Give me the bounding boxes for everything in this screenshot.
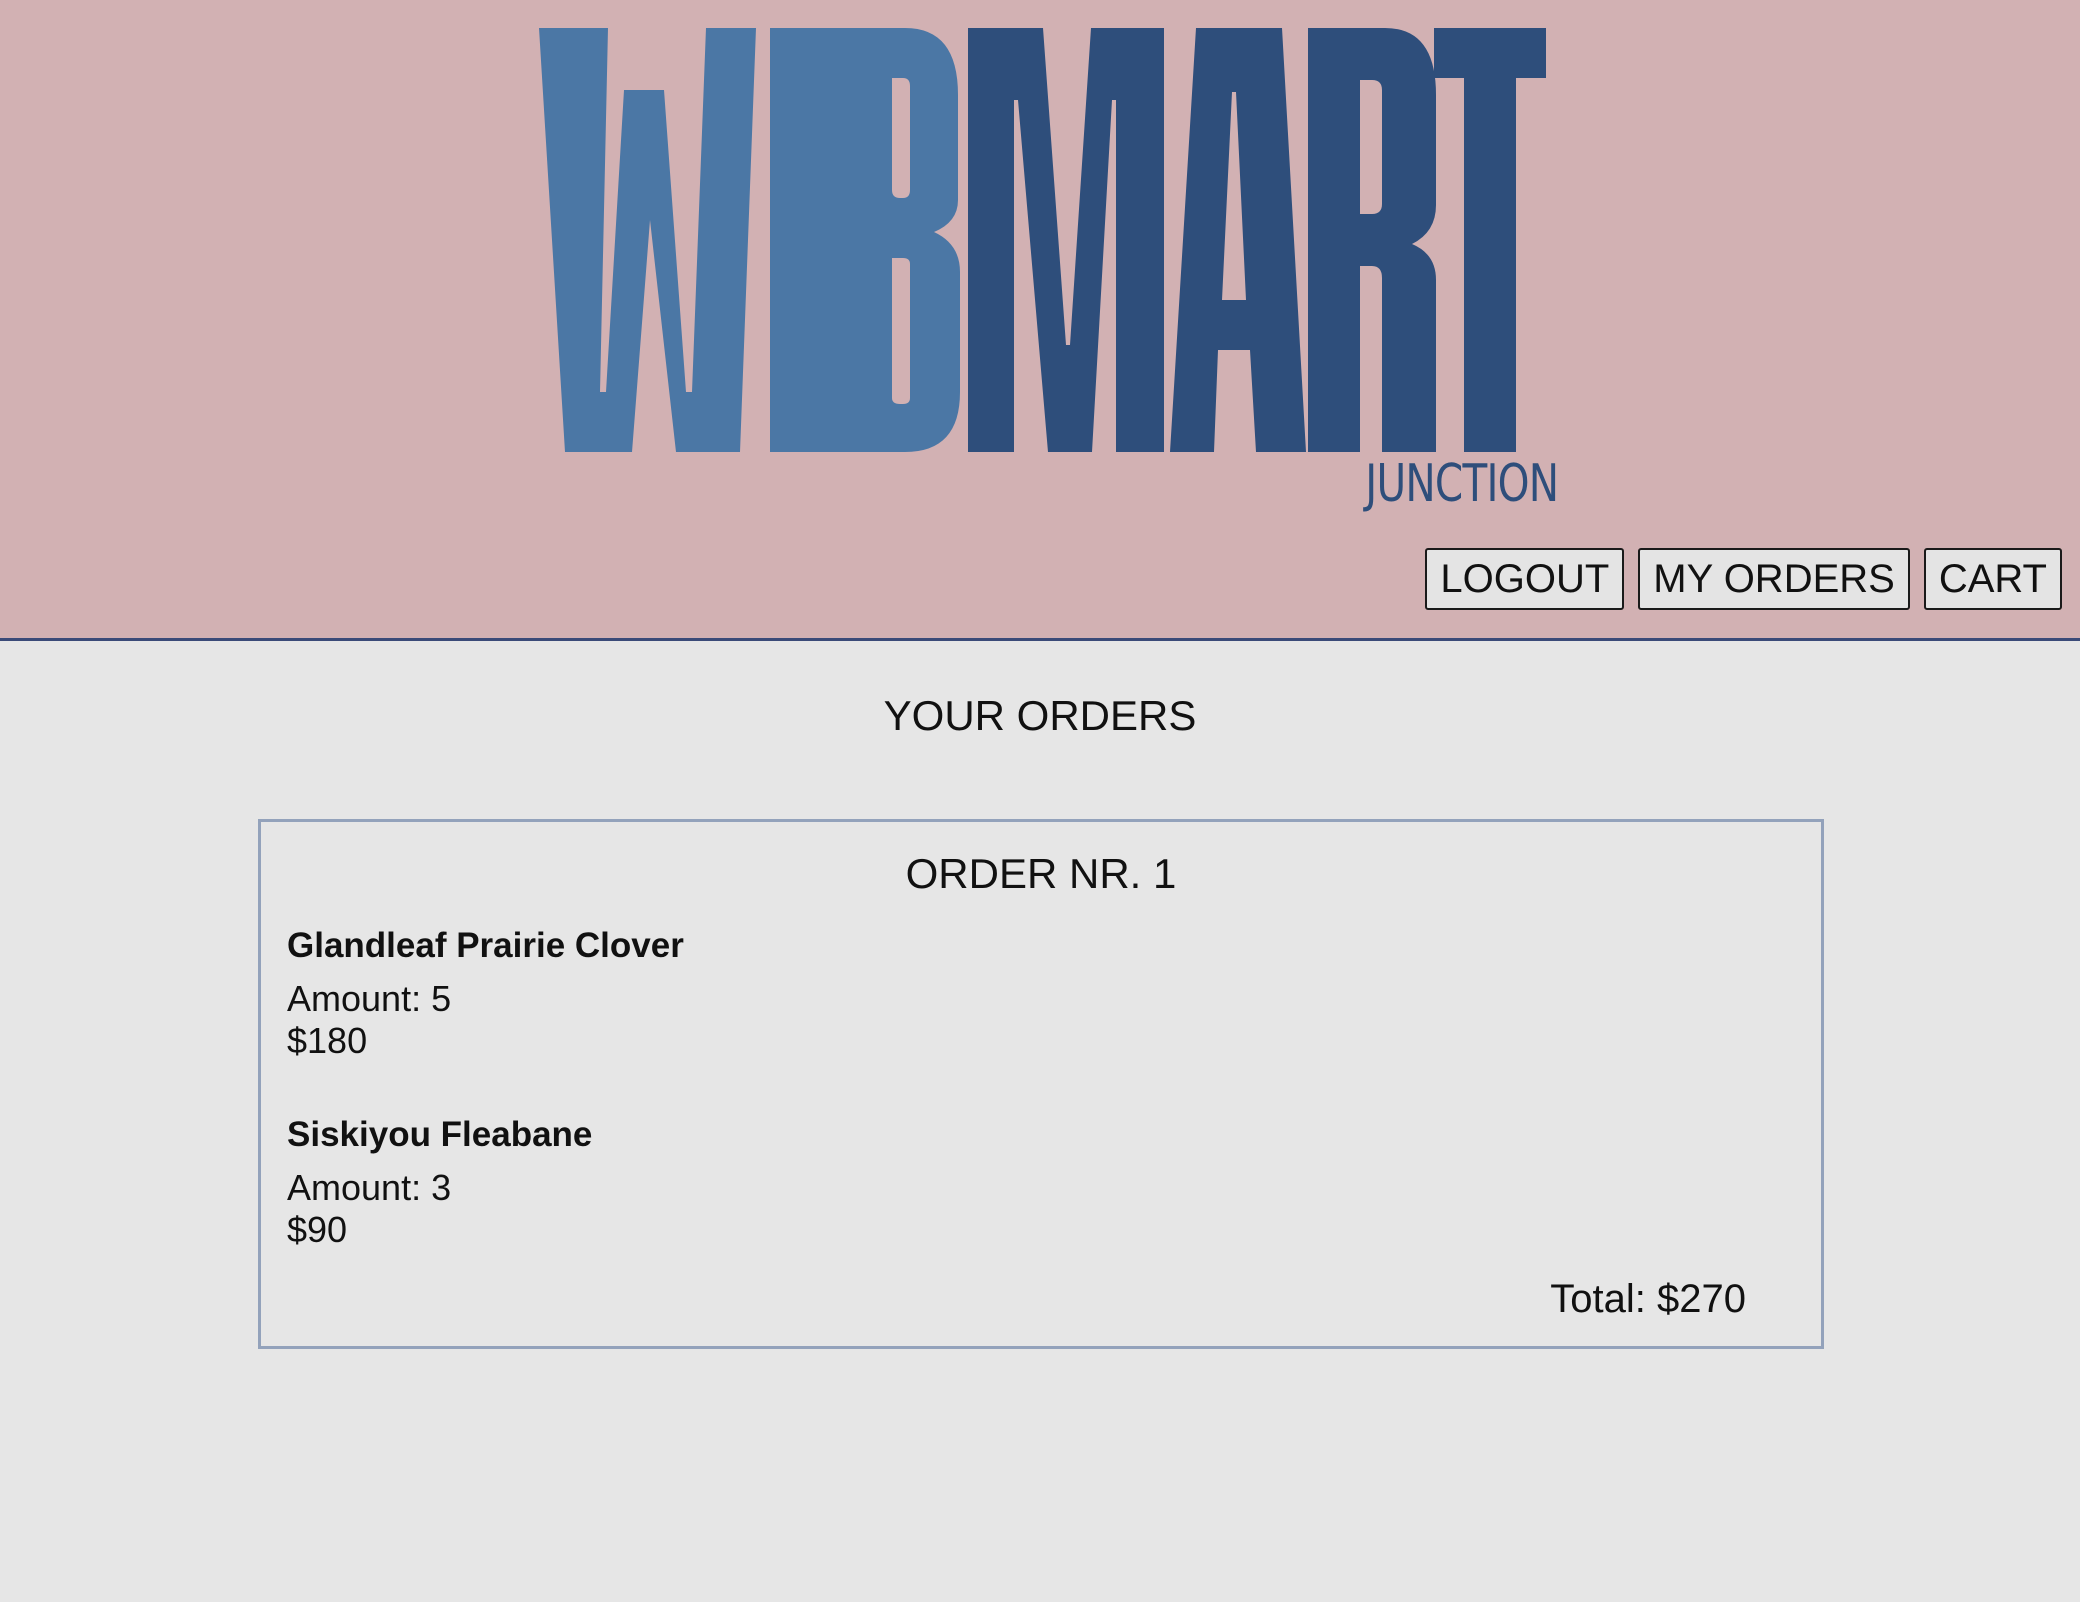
cart-button[interactable]: CART — [1923, 548, 2062, 610]
logo-web-letters — [539, 28, 960, 452]
logout-button[interactable]: LOGOUT — [1425, 548, 1625, 610]
my-orders-button[interactable]: MY ORDERS — [1638, 548, 1910, 610]
order-item: Glandleaf Prairie Clover Amount: 5 $180 — [287, 924, 1187, 1062]
item-price: $90 — [287, 1209, 348, 1250]
item-price: $180 — [287, 1020, 368, 1061]
main-nav: LOGOUT MY ORDERS CART — [1425, 548, 2062, 610]
page-title: YOUR ORDERS — [883, 692, 1197, 739]
logo-tagline: JUNCTION — [1365, 454, 1559, 514]
item-amount: Amount: 3 — [287, 1167, 452, 1208]
logo-mart-letters — [968, 28, 1546, 452]
item-name: Glandleaf Prairie Clover — [287, 926, 684, 965]
order-total: Total: $270 — [1550, 1277, 1746, 1321]
logo-word-mart: MART — [0, 540, 1, 541]
logo-word-web: WEB — [0, 540, 1, 541]
item-amount: Amount: 5 — [287, 978, 452, 1019]
order-item: Siskiyou Fleabane Amount: 3 $90 — [287, 1113, 1187, 1251]
site-header: JUNCTION WEB MART LOGOUT MY ORDERS CART — [0, 0, 2080, 641]
webmart-junction-logo[interactable]: JUNCTION WEB MART — [0, 0, 2080, 540]
logo-graphic — [539, 28, 1546, 452]
item-name: Siskiyou Fleabane — [287, 1115, 593, 1154]
order-card: ORDER NR. 1 Glandleaf Prairie Clover Amo… — [258, 819, 1824, 1349]
order-title: ORDER NR. 1 — [905, 850, 1177, 897]
